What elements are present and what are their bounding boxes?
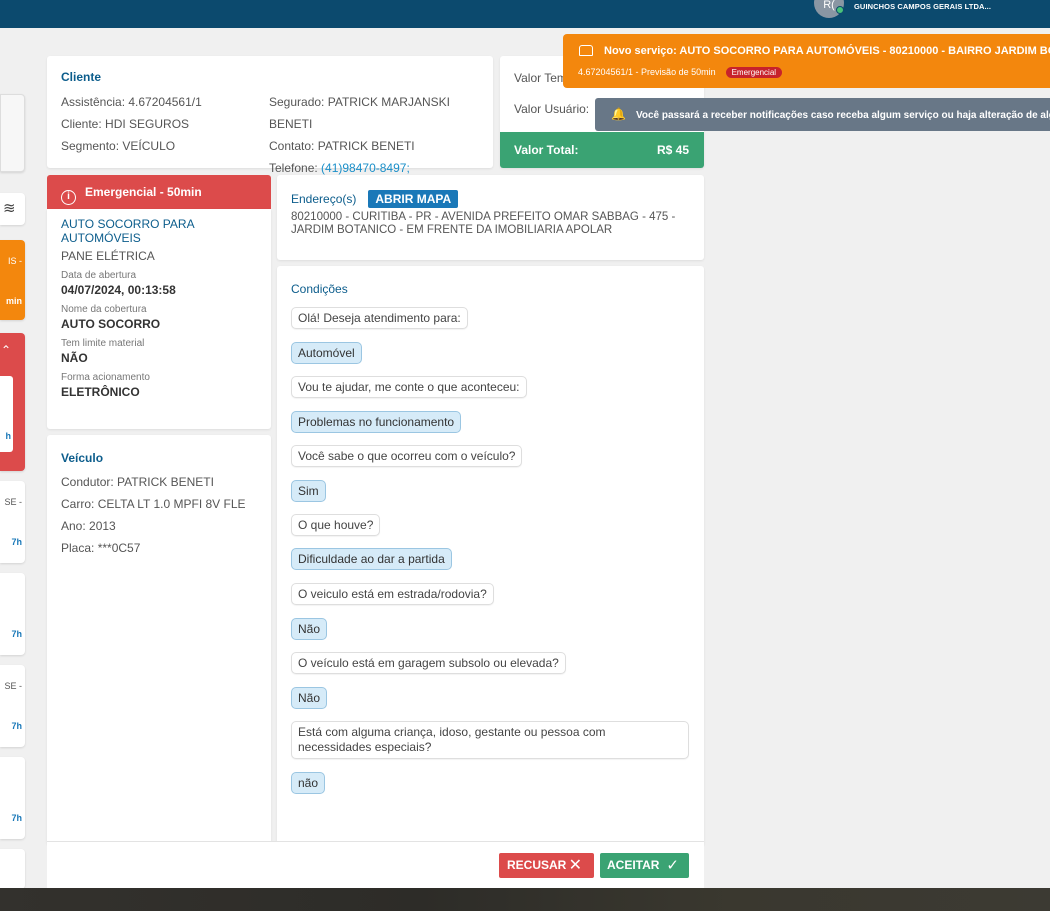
open-map-button[interactable]: ABRIR MAPA [368,190,459,208]
list-item[interactable]: 7h [0,573,25,655]
filter-icon[interactable]: ≋ [3,199,16,217]
background-strip [0,888,1050,911]
chat-question: Vou te ajudar, me conte o que aconteceu: [291,376,527,398]
chat-question: Está com alguma criança, idoso, gestante… [291,721,689,759]
valor-total-label: Valor Total: [514,143,579,157]
data-abertura-label: Data de abertura [61,270,137,281]
vehicle-card: Veículo Condutor: PATRICK BENETI Carro: … [47,435,271,845]
toast-title: Novo serviço: AUTO SOCORRO PARA AUTOMÓVE… [604,45,1050,57]
forma-value: ELETRÔNICO [61,385,140,399]
new-service-toast[interactable]: Novo serviço: AUTO SOCORRO PARA AUTOMÓVE… [563,34,1050,88]
chat-question: O veículo está em garagem subsolo ou ele… [291,652,566,674]
list-item[interactable]: 7h [0,757,25,839]
accept-button[interactable]: ACEITAR ✓ [600,853,689,878]
cobertura-value: AUTO SOCORRO [61,317,161,331]
conditions-title: Condições [291,282,348,296]
toast-subtitle: 4.67204561/1 - Previsão de 50min Emergenc… [578,67,783,78]
limite-label: Tem limite material [61,338,145,349]
valor-total-value: R$ 45 [656,143,689,157]
condutor-line: Condutor: PATRICK BENETI [61,475,214,489]
placa-line: Placa: ***0C57 [61,541,141,555]
chat-answer: Não [291,687,328,709]
carro-line: Carro: CELTA LT 1.0 MPFI 8V FLE [61,497,246,511]
segurado-line: Segurado: PATRICK MARJANSKI BENETI [269,95,450,131]
bell-icon: 🔔 [611,107,626,121]
car-icon [579,45,593,56]
chat-question: O veiculo está em estrada/rodovia? [291,583,494,605]
close-icon: ✕ [568,857,582,874]
service-name: AUTO SOCORRO PARA AUTOMÓVEIS [61,217,194,245]
cliente-line: Cliente: HDI SEGUROS [61,117,190,131]
online-status-dot [836,6,844,14]
service-details-card: AUTO SOCORRO PARA AUTOMÓVEIS PANE ELÉTRI… [47,209,271,429]
chat-question: O que houve? [291,514,381,536]
emergency-badge: Emergencial [725,67,783,78]
valor-total-bar: Valor Total: R$ 45 [500,132,704,168]
chat-question: Você sabe o que ocorreu com o veículo? [291,445,523,467]
valor-tempo-label: Valor Tem [514,71,567,85]
contato-line: Contato: PATRICK BENETI [269,139,415,153]
cobertura-label: Nome da cobertura [61,304,147,315]
limite-value: NÃO [61,351,88,365]
ano-line: Ano: 2013 [61,519,116,533]
list-item[interactable] [0,849,25,889]
assistencia-line: Assistência: 4.67204561/1 [61,95,202,109]
vehicle-title: Veículo [61,451,104,465]
chat-answer: Automóvel [291,342,362,364]
list-item[interactable] [0,94,25,172]
chat-answer: Dificuldade ao dar a partida [291,548,452,570]
chevron-up-icon[interactable]: ⌃ [1,343,11,357]
chat-answer: não [291,772,326,794]
chat-answer: Sim [291,480,326,502]
list-item[interactable]: IS - min [0,240,25,320]
valor-usuario-label: Valor Usuário: [514,102,590,116]
phone-link[interactable]: (41)98470-8497; [321,161,410,175]
forma-label: Forma acionamento [61,372,150,383]
chat-answer: Problemas no funcionamento [291,411,462,433]
filter-card[interactable]: ≋ [0,193,25,225]
reject-button[interactable]: RECUSAR ✕ [499,853,594,878]
chat-question: Olá! Deseja atendimento para: [291,307,468,329]
check-icon: ✓ [666,857,679,874]
emergency-header: i Emergencial - 50min [47,175,271,209]
company-name: GUINCHOS CAMPOS GERAIS LTDA... [854,2,992,11]
list-item[interactable]: ⌃ h [0,333,25,471]
address-title: Endereço(s) [291,192,357,206]
service-problem: PANE ELÉTRICA [61,249,155,263]
address-card: Endereço(s) ABRIR MAPA 80210000 - CURITIB… [277,175,704,260]
list-item[interactable]: SE - 7h [0,481,25,563]
segmento-line: Segmento: VEÍCULO [61,139,176,153]
client-card: Cliente Assistência: 4.67204561/1 Client… [47,56,493,175]
address-line-2: JARDIM BOTANICO - EM FRENTE DA IMOBILIAR… [291,224,613,236]
address-line-1: 80210000 - CURITIBA - PR - AVENIDA PREFE… [291,211,676,223]
list-item[interactable]: SE - 7h [0,665,25,747]
notification-toast[interactable]: 🔔 Você passará a receber notificações cas… [595,98,1050,131]
client-title: Cliente [61,70,102,84]
data-abertura-value: 04/07/2024, 00:13:58 [61,283,176,297]
info-icon: i [61,190,76,205]
chat-answer: Não [291,618,328,640]
